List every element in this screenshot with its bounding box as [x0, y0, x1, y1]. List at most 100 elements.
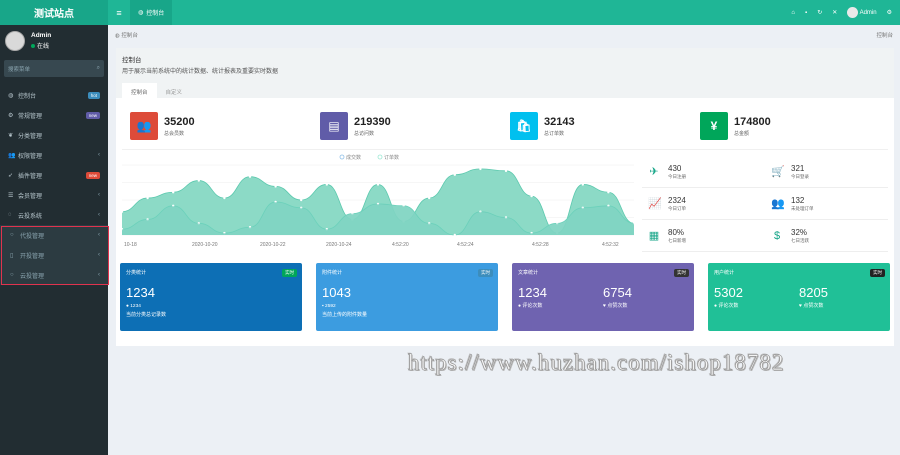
sidebar-item[interactable]: ◍ 控制台 hot	[0, 85, 108, 105]
card-sub-value: ● 1234	[126, 304, 296, 309]
sidebar-menu: ◍ 控制台 hot ⚙ 常规管理 new ❦ 分类管理 👥 权限管理 ‹ ➶ 插件管理 new ☰ 会员管理 ‹…	[0, 85, 108, 225]
stat-cards: 分类统计 实时 1234 ● 1234 当前分类总记录数 附件统计 实时 1043 ▪ 2592…	[120, 263, 890, 331]
sidebar-item[interactable]: ➶ 插件管理 new	[0, 165, 108, 185]
page-description: 用于展示当前系统中的统计数据、统计报表及重要实时数据	[122, 69, 279, 75]
dollar-icon: $	[773, 229, 781, 242]
user-menu[interactable]: Admin	[847, 7, 877, 18]
card-label: ● 评论次数	[518, 302, 603, 309]
card-title: 用户统计	[714, 270, 735, 276]
home-icon[interactable]: ⌂	[791, 10, 795, 16]
app-logo[interactable]: 测试站点	[0, 0, 108, 25]
shopping-bag-icon: 🛍	[510, 112, 538, 140]
side-stat: 👥 132 未处理订单	[765, 188, 888, 219]
dashboard-panel: 控制台 用于展示当前系统中的统计数据、统计报表及重要实时数据 控制台 自定义 👥…	[116, 48, 894, 346]
data-point	[581, 183, 584, 186]
card-title: 文章统计	[518, 270, 539, 276]
side-stat-label: 未处理订单	[791, 205, 814, 211]
tab-dashboard-panel[interactable]: 控制台	[122, 83, 157, 101]
card-column: 8205 ♥ 点赞次数	[799, 276, 884, 309]
stat-label: 总金额	[734, 130, 750, 137]
side-stat-text: 132 未处理订单	[791, 196, 814, 212]
calendar-icon: ▦	[648, 230, 660, 242]
tab-custom[interactable]: 自定义	[157, 83, 192, 101]
card-label: ● 评论次数	[714, 302, 799, 309]
card-label: ♥ 点赞次数	[799, 302, 884, 309]
data-point	[530, 194, 533, 198]
breadcrumb-home[interactable]: ◍ 控制台	[115, 31, 138, 39]
divider	[122, 149, 888, 150]
search-input[interactable]: 搜索菜单 ⌕	[4, 60, 104, 77]
fullscreen-icon[interactable]: ✕	[832, 9, 837, 16]
cart-icon: 🛒	[771, 166, 785, 178]
side-stat: ▦ 80% 七日新增	[642, 220, 765, 251]
side-stat-row: ✈ 430 今日注册 🛒 321 今日登录	[642, 156, 888, 188]
highlight-box	[1, 226, 109, 285]
stat-label: 总访问数	[354, 130, 375, 137]
card-label-text: 点赞次数	[607, 303, 628, 309]
page-title: 控制台	[122, 57, 142, 64]
stat-card: 文章统计 实时 1234 ● 评论次数 6754 ♥ 点赞次数	[512, 263, 694, 331]
trash-icon[interactable]: ▪	[805, 10, 807, 16]
tab-dashboard[interactable]: ◍ 控制台	[130, 0, 173, 25]
x-tick-label: 2020-10-20	[192, 242, 218, 248]
menu-toggle-icon[interactable]: ≡	[108, 8, 130, 18]
card-label-text: 评论次数	[718, 303, 739, 309]
avatar	[847, 7, 859, 18]
chevron-left-icon[interactable]: ‹	[98, 152, 100, 158]
card-title: 附件统计	[322, 270, 343, 276]
search-icon[interactable]: ⌕	[97, 65, 100, 72]
leaf-icon: ❦	[8, 132, 14, 139]
top-navbar: ≡ ◍ 控制台 ⌂ ▪ ↻ ✕ Admin ⚙	[108, 0, 900, 25]
settings-icon[interactable]: ⚙	[887, 9, 892, 16]
sidebar-item[interactable]: 👥 权限管理 ‹	[0, 145, 108, 165]
side-stat-text: 32% 七日活跃	[791, 228, 809, 244]
data-point	[146, 196, 149, 200]
data-point	[376, 183, 380, 186]
card-value: 1234	[126, 285, 155, 300]
chevron-left-icon[interactable]: ‹	[98, 192, 100, 198]
cogs-icon: ⚙	[8, 112, 14, 119]
data-point	[428, 196, 431, 200]
data-point	[172, 191, 175, 194]
sidebar-item[interactable]: ❦ 分类管理	[0, 125, 108, 145]
card-title: 分类统计	[126, 270, 147, 276]
card-sub-number: 2592	[325, 304, 336, 309]
stat-label: 总订单数	[544, 130, 565, 137]
sidebar-item-label: 插件管理	[18, 173, 43, 180]
side-stat-label: 七日新增	[668, 237, 686, 243]
legend-marker	[377, 154, 383, 160]
data-point	[504, 169, 508, 173]
card-value: 1043	[322, 285, 351, 300]
card-label: ♥ 点赞次数	[603, 302, 688, 309]
side-stat-text: 2324 今日订单	[668, 196, 686, 212]
chevron-left-icon[interactable]: ‹	[98, 212, 100, 218]
user-name: Admin	[31, 32, 52, 39]
card-label-text: 点赞次数	[803, 303, 824, 309]
sidebar-item[interactable]: ☰ 会员管理 ‹	[0, 185, 108, 205]
card-column: 6754 ♥ 点赞次数	[603, 276, 688, 309]
side-stat-label: 今日注册	[668, 173, 686, 179]
refresh-icon[interactable]: ↻	[817, 9, 822, 16]
side-stat-value: 2324	[668, 195, 686, 205]
sidebar-item-label: 控制台	[18, 93, 37, 100]
card-foot: 当前上传的附件数量	[322, 312, 368, 318]
watermark-text: https://www.huzhan.com/ishop18782	[408, 350, 785, 376]
stat-text: 32143 总订单数	[544, 116, 575, 137]
avatar	[5, 31, 25, 51]
card-value: 8205	[799, 285, 828, 300]
sidebar-item[interactable]: ⚙ 常规管理 new	[0, 105, 108, 125]
data-point	[248, 175, 252, 178]
x-tick-label: 4:52:32	[602, 242, 619, 248]
side-stat-label: 今日登录	[791, 173, 809, 179]
breadcrumb-current: 控制台	[876, 33, 893, 39]
sidebar-item[interactable]: ◌ 云投系统 ‹	[0, 205, 108, 225]
area-chart: 成交数 订单数 10-18 2020-10-20 2020-10-22 2020-10-2…	[122, 154, 634, 248]
side-stat-value: 32%	[791, 227, 808, 237]
data-point	[223, 196, 226, 200]
side-stat-value: 132	[791, 195, 805, 205]
data-point	[274, 185, 277, 188]
side-stat-text: 80% 七日新增	[668, 228, 686, 244]
data-point	[607, 191, 610, 194]
data-point	[197, 179, 200, 182]
sidebar-item-label: 权限管理	[18, 153, 43, 160]
